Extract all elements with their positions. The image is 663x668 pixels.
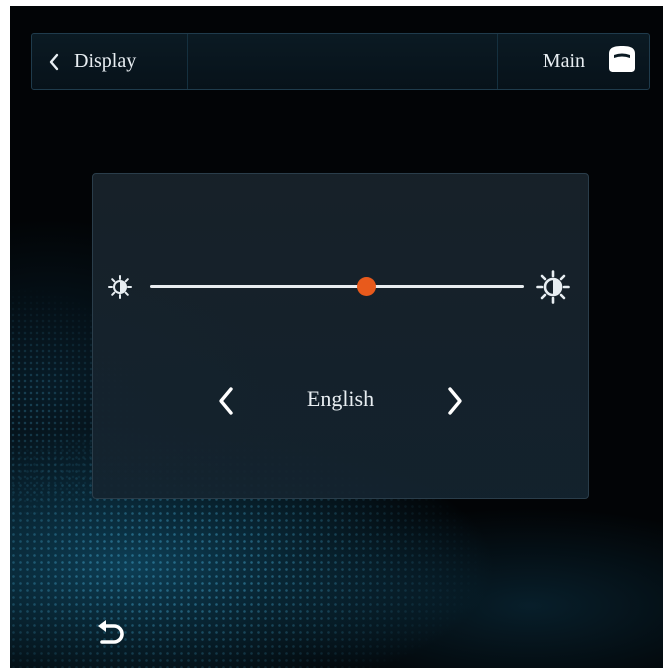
brightness-low-icon[interactable]: [108, 275, 132, 304]
home-icon: [605, 44, 639, 80]
brightness-high-icon[interactable]: [536, 270, 570, 309]
brightness-slider-track[interactable]: [150, 277, 524, 296]
return-icon[interactable]: [96, 618, 126, 651]
language-selector: English: [93, 374, 588, 424]
chevron-left-icon: [48, 53, 60, 71]
language-value: English: [306, 386, 375, 411]
brightness-slider-thumb[interactable]: [357, 277, 377, 296]
back-button-label: Display: [74, 50, 137, 72]
topbar-divider: [497, 34, 498, 89]
top-navigation-bar: Display Main: [31, 33, 650, 90]
back-to-display-button[interactable]: Display: [48, 34, 136, 89]
settings-panel: English: [92, 173, 589, 499]
main-menu-button[interactable]: Main: [543, 34, 639, 89]
topbar-divider: [187, 34, 188, 89]
display-settings-screen: Display Main English: [10, 6, 663, 668]
main-button-label: Main: [542, 50, 585, 72]
chevron-right-icon[interactable]: [445, 386, 465, 421]
brightness-slider-row: [93, 174, 588, 498]
